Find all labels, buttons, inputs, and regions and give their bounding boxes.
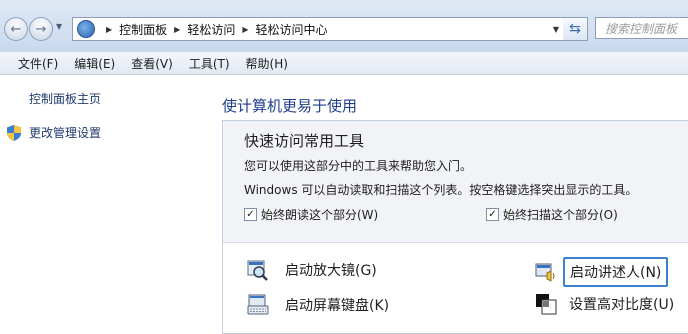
quick-access-panel: 快速访问常用工具 您可以使用这部分中的工具来帮助您入门。 Windows 可以自… [222,120,688,334]
change-admin-settings-label: 更改管理设置 [29,126,102,140]
page-title: 使计算机更易于使用 [222,97,358,115]
quick-access-instructions: Windows 可以自动读取和扫描这个列表。按空格键选择突出显示的工具。 [244,183,638,197]
menu-tools[interactable]: 工具(T) [181,55,238,72]
back-arrow-icon: ← [10,21,22,37]
chevron-right-icon[interactable]: ▶ [242,25,248,34]
start-on-screen-keyboard-label: 启动屏幕键盘(K) [285,298,390,314]
chevron-right-icon[interactable]: ▶ [106,25,112,34]
always-scan-label: 始终扫描这个部分(O) [503,208,618,222]
search-input[interactable]: 搜索控制面板 [595,17,688,39]
set-high-contrast-label: 设置高对比度(U) [569,297,675,313]
address-bar[interactable]: ▶ 控制面板 ▶ 轻松访问 ▶ 轻松访问中心 ▼ [72,17,564,41]
start-on-screen-keyboard-link[interactable]: 启动屏幕键盘(K) [247,294,389,316]
task-pane: 控制面板主页 更改管理设置 [0,75,200,333]
recent-pages-dropdown-icon[interactable]: ▼ [56,22,62,31]
start-magnifier-link[interactable]: 启动放大镜(G) [247,259,377,281]
menu-file[interactable]: 文件(F) [10,55,66,72]
quick-access-description: 您可以使用这部分中的工具来帮助您入门。 [244,159,473,173]
always-read-checkbox-row[interactable]: ✓ 始终朗读这个部分(W) [244,206,378,223]
quick-access-heading: 快速访问常用工具 [244,132,365,150]
keyboard-icon [247,294,269,316]
chevron-right-icon[interactable]: ▶ [174,25,180,34]
always-read-checkbox[interactable]: ✓ [244,208,257,221]
forward-arrow-icon: → [35,21,47,37]
control-panel-icon [77,20,95,38]
refresh-icon: ⇆ [569,21,581,37]
menu-view[interactable]: 查看(V) [123,55,181,72]
start-magnifier-label: 启动放大镜(G) [285,263,377,279]
forward-button[interactable]: → [29,17,53,41]
uac-shield-icon [7,124,21,141]
breadcrumb-ease-of-access-center[interactable]: 轻松访问中心 [256,21,328,38]
menu-bar: 文件(F) 编辑(E) 查看(V) 工具(T) 帮助(H) [0,52,688,75]
breadcrumb-control-panel[interactable]: 控制面板 [119,21,167,38]
quick-access-header: 快速访问常用工具 您可以使用这部分中的工具来帮助您入门。 Windows 可以自… [223,121,688,243]
control-panel-home-link[interactable]: 控制面板主页 [29,90,101,107]
breadcrumb-ease-of-access[interactable]: 轻松访问 [187,21,235,38]
refresh-button[interactable]: ⇆ [563,17,588,41]
always-scan-checkbox[interactable]: ✓ [486,208,499,221]
always-scan-checkbox-row[interactable]: ✓ 始终扫描这个部分(O) [486,206,618,223]
start-narrator-label: 启动讲述人(N) [563,257,669,287]
set-high-contrast-link[interactable]: 设置高对比度(U) [535,293,674,315]
navigation-bar: ← → ▼ ▶ 控制面板 ▶ 轻松访问 ▶ 轻松访问中心 ▼ ⇆ 搜索控制面板 [0,0,688,52]
search-placeholder: 搜索控制面板 [605,21,678,36]
always-read-label: 始终朗读这个部分(W) [261,208,379,222]
address-dropdown-icon[interactable]: ▼ [549,25,563,34]
back-button[interactable]: ← [4,17,28,41]
high-contrast-icon [535,293,557,315]
menu-help[interactable]: 帮助(H) [238,55,296,72]
narrator-icon [535,261,557,283]
menu-edit[interactable]: 编辑(E) [66,55,123,72]
magnifier-icon [247,259,269,281]
start-narrator-link[interactable]: 启动讲述人(N) [535,257,669,287]
change-admin-settings-link[interactable]: 更改管理设置 [7,124,101,141]
